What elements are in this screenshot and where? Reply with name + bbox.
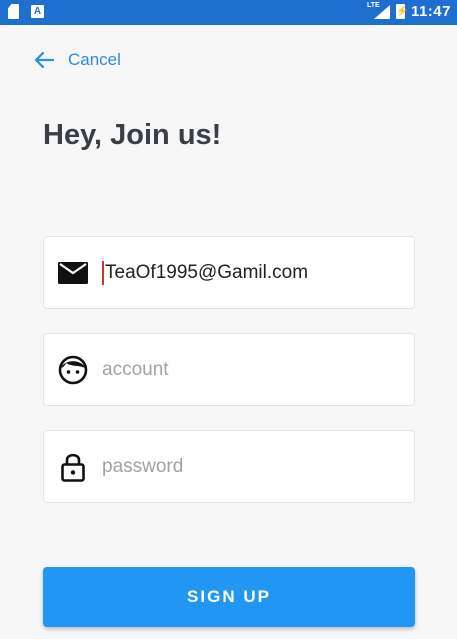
password-input[interactable] bbox=[102, 446, 414, 487]
status-time: 11:47 bbox=[410, 2, 451, 20]
password-field[interactable] bbox=[43, 430, 415, 503]
account-input[interactable] bbox=[102, 349, 414, 390]
mail-icon bbox=[58, 261, 88, 284]
status-bar: A LTE 11:47 bbox=[0, 0, 457, 25]
account-field[interactable] bbox=[43, 333, 415, 406]
battery-charging-icon bbox=[395, 3, 405, 19]
email-input[interactable] bbox=[105, 252, 414, 293]
status-system-area: LTE 11:47 bbox=[367, 2, 451, 20]
email-field[interactable] bbox=[43, 236, 415, 309]
a-letter-icon: A bbox=[31, 5, 44, 18]
signal-icon: LTE bbox=[367, 2, 390, 20]
page-title: Hey, Join us! bbox=[43, 119, 222, 151]
status-notification-area: A bbox=[8, 4, 44, 19]
cancel-label: Cancel bbox=[68, 50, 121, 69]
lock-icon bbox=[61, 453, 85, 482]
cancel-button[interactable]: Cancel bbox=[34, 50, 121, 70]
sim-card-icon bbox=[8, 4, 19, 19]
face-icon bbox=[58, 355, 88, 384]
arrow-left-icon bbox=[34, 51, 54, 69]
text-caret bbox=[102, 260, 104, 285]
sign-up-button[interactable]: SIGN UP bbox=[43, 567, 415, 627]
